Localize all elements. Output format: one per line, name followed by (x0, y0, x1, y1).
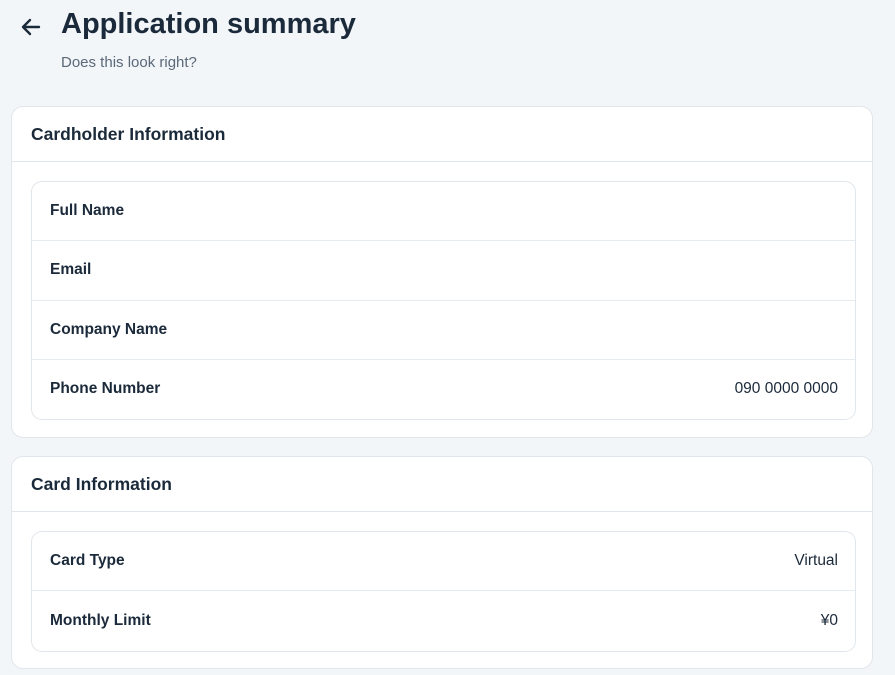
card-information-card: Card Information Card Type Virtual Month… (11, 456, 873, 669)
page-subtitle: Does this look right? (61, 54, 197, 71)
monthly-limit-row: Monthly Limit ¥0 (32, 591, 855, 650)
row-label: Email (50, 261, 92, 279)
row-label: Monthly Limit (50, 611, 151, 629)
cardholder-details-list: Full Name Email Company Name Phone Numbe… (31, 181, 856, 420)
section-header: Cardholder Information (12, 107, 872, 162)
page-title: Application summary (61, 8, 356, 40)
company-name-row: Company Name (32, 301, 855, 360)
monthly-limit-value: ¥0 (820, 611, 838, 629)
phone-number-row: Phone Number 090 0000 0000 (32, 360, 855, 419)
full-name-row: Full Name (32, 182, 855, 242)
arrow-left-icon (21, 18, 41, 36)
card-type-row: Card Type Virtual (32, 532, 855, 592)
card-details-list: Card Type Virtual Monthly Limit ¥0 (31, 531, 856, 652)
section-title: Cardholder Information (31, 123, 226, 144)
row-label: Card Type (50, 552, 125, 570)
phone-number-value: 090 0000 0000 (734, 380, 838, 398)
back-button[interactable] (14, 10, 48, 44)
cardholder-information-card: Cardholder Information Full Name Email C… (11, 106, 873, 438)
section-header: Card Information (12, 457, 872, 512)
row-label: Phone Number (50, 380, 161, 398)
row-label: Company Name (50, 320, 168, 338)
email-row: Email (32, 241, 855, 301)
page-header: Application summary Does this look right… (0, 0, 895, 100)
section-title: Card Information (31, 473, 172, 494)
card-type-value: Virtual (794, 552, 838, 570)
row-label: Full Name (50, 202, 125, 220)
